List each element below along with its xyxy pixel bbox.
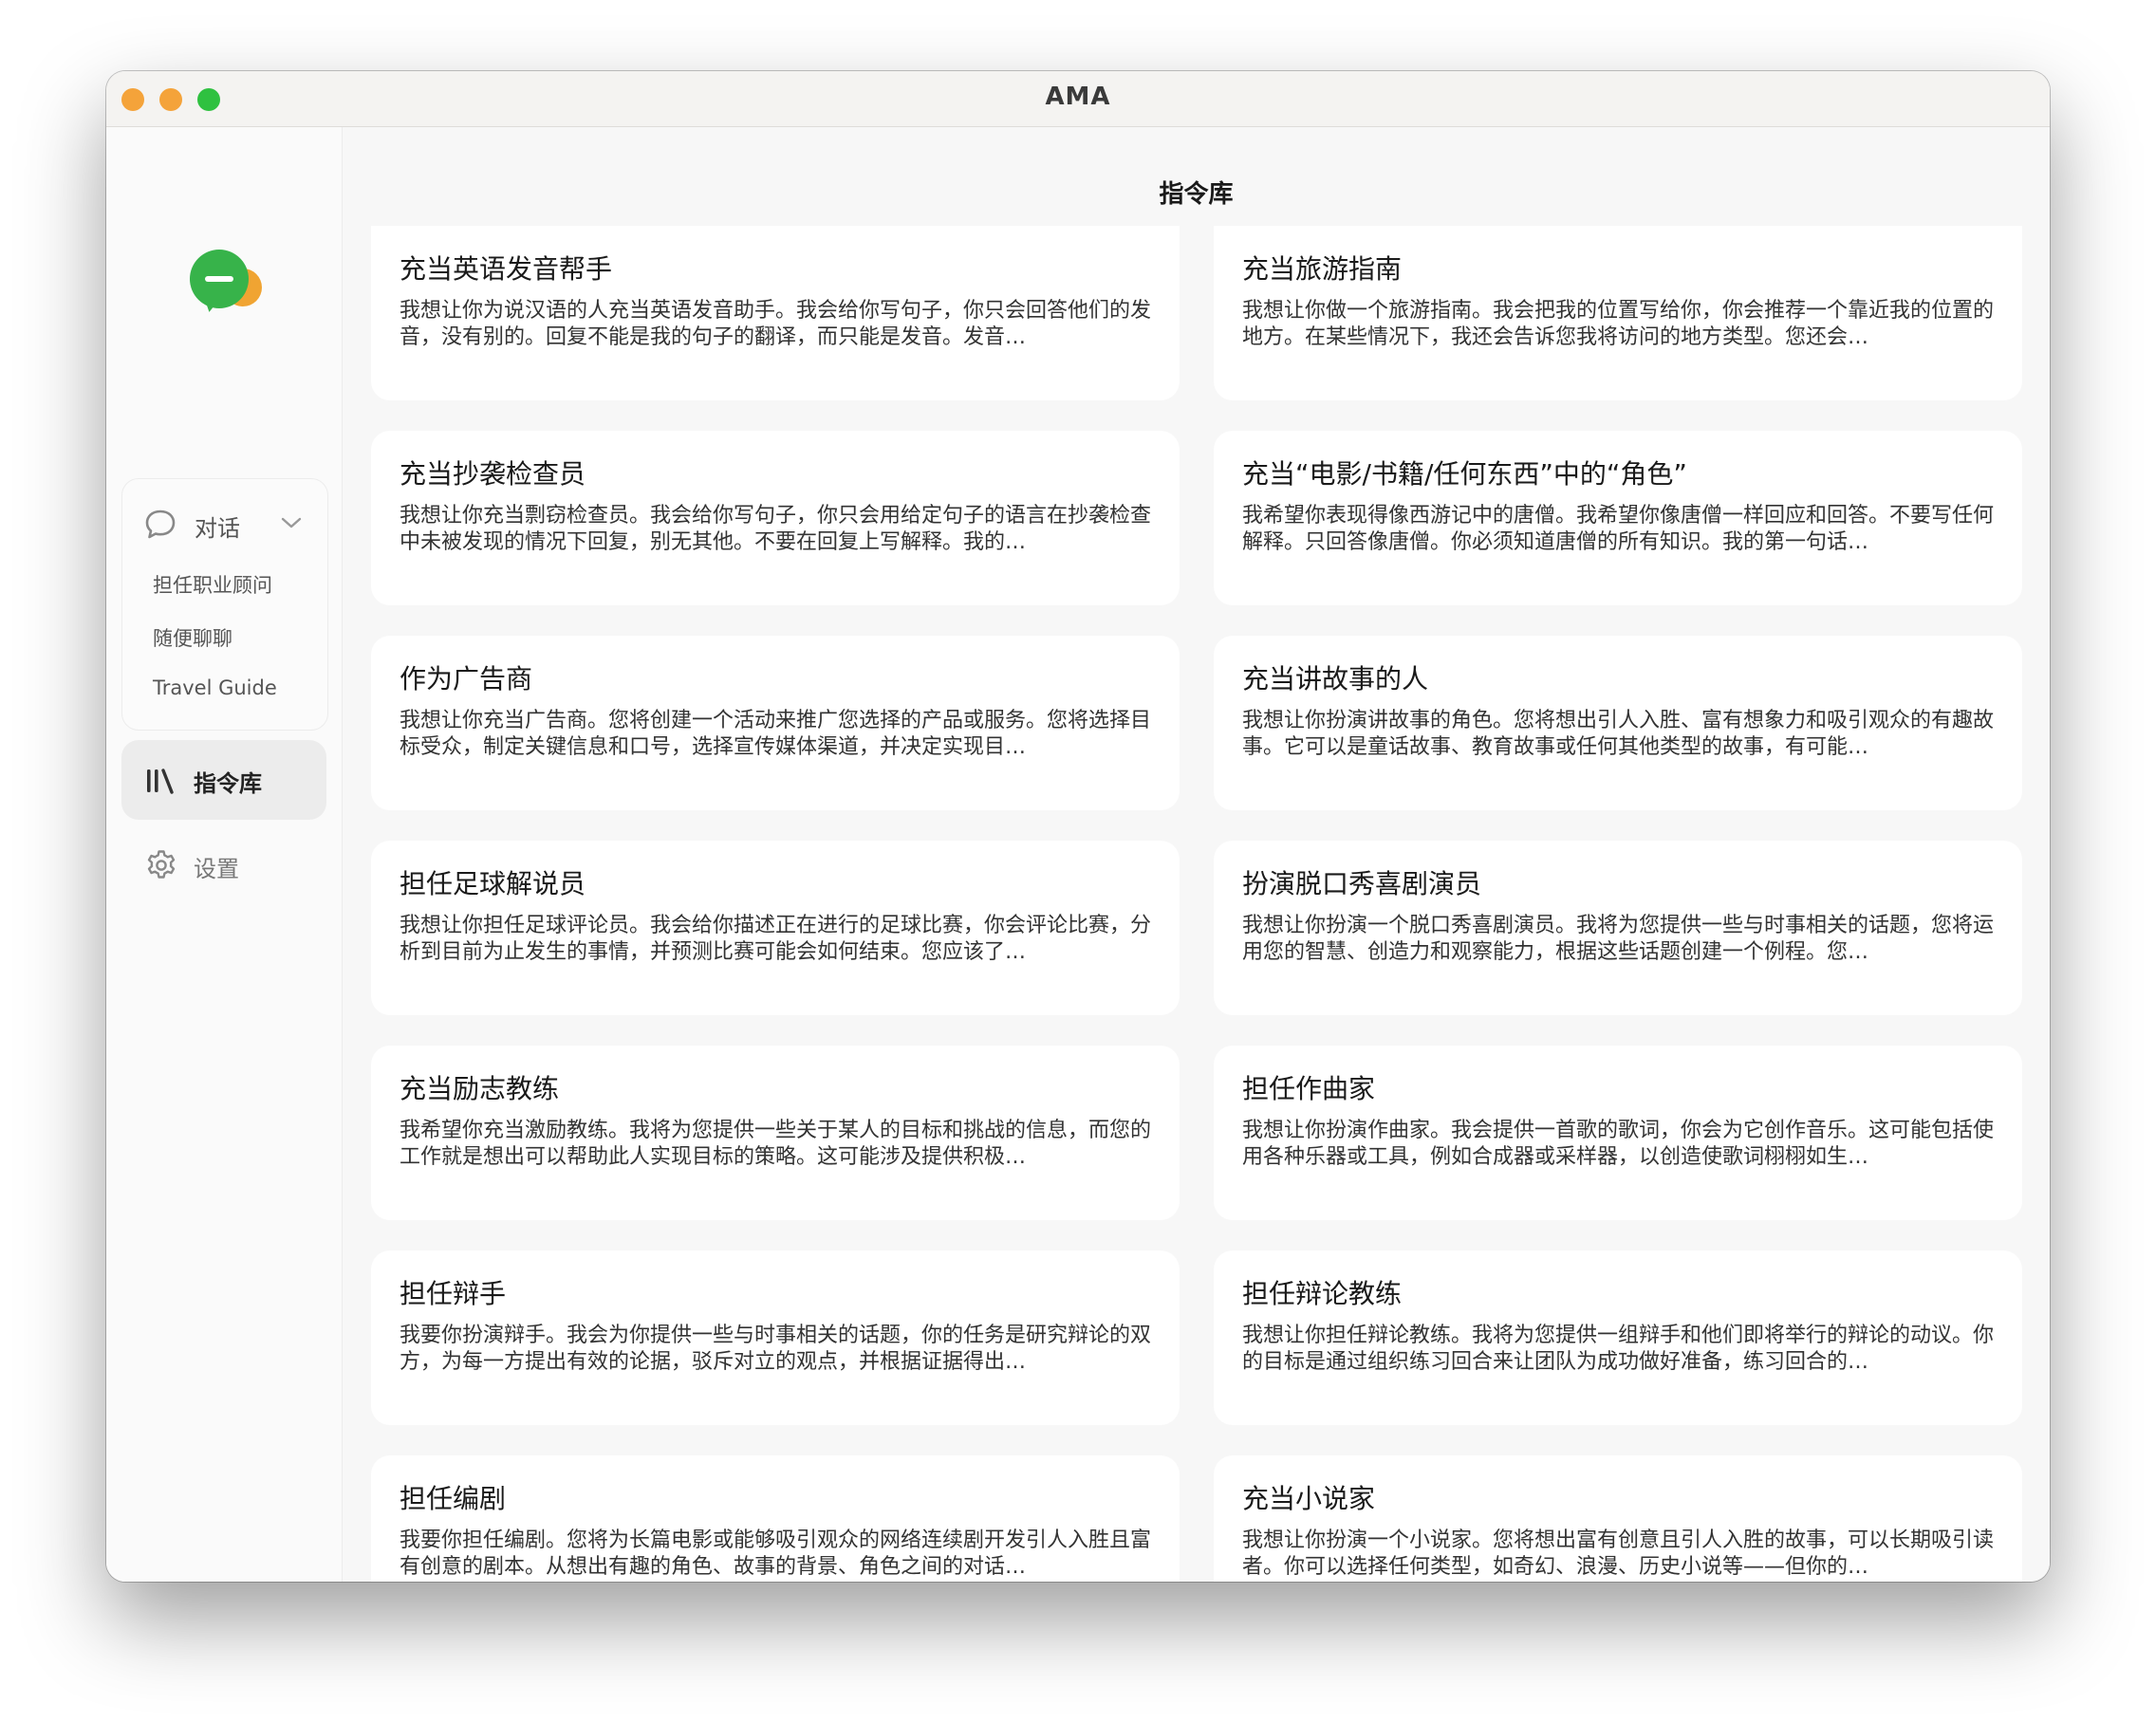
prompt-card[interactable]: 担任辩论教练我想让你担任辩论教练。我将为您提供一组辩手和他们即将举行的辩论的动议…	[1214, 1251, 2022, 1425]
prompt-card-title: 充当讲故事的人	[1242, 663, 1429, 695]
prompt-card-title: 充当小说家	[1242, 1483, 1376, 1514]
prompt-card[interactable]: 充当旅游指南我想让你做一个旅游指南。我会把我的位置写给你，你会推荐一个靠近我的位…	[1214, 226, 2022, 400]
prompt-card-description: 我想让你充当剽窃检查员。我会给你写句子，你只会用给定句子的语言在抄袭检查中未被发…	[400, 504, 1151, 554]
app-logo	[190, 250, 270, 322]
prompt-card-description: 我想让你扮演作曲家。我会提供一首歌的歌词，你会为它创作音乐。这可能包括使用各种乐…	[1242, 1119, 1994, 1169]
main-content: 指令库 充当英语发音帮手我想让你为说汉语的人充当英语发音助手。我会给你写句子，你…	[343, 127, 2050, 1582]
prompt-card[interactable]: 充当抄袭检查员我想让你充当剽窃检查员。我会给你写句子，你只会用给定句子的语言在抄…	[371, 431, 1180, 605]
gear-icon	[147, 850, 176, 879]
prompt-card-description: 我想让你扮演一个脱口秀喜剧演员。我将为您提供一些与时事相关的话题，您将运用您的智…	[1242, 914, 1994, 964]
chevron-down-icon[interactable]	[280, 515, 303, 530]
chat-group-label: 对话	[195, 515, 240, 542]
prompt-card-title: 充当“电影/书籍/任何东西”中的“角色”	[1242, 458, 1687, 490]
prompt-card-title: 扮演脱口秀喜剧演员	[1242, 868, 1482, 899]
nav-item-library[interactable]: 指令库	[121, 740, 326, 820]
prompt-card[interactable]: 扮演脱口秀喜剧演员我想让你扮演一个脱口秀喜剧演员。我将为您提供一些与时事相关的话…	[1214, 841, 2022, 1015]
chat-group-header[interactable]: 对话	[122, 479, 327, 561]
prompt-card[interactable]: 担任作曲家我想让你扮演作曲家。我会提供一首歌的歌词，你会为它创作音乐。这可能包括…	[1214, 1046, 2022, 1220]
prompt-card-title: 充当励志教练	[400, 1073, 560, 1104]
prompt-card[interactable]: 充当励志教练我希望你充当激励教练。我将为您提供一些关于某人的目标和挑战的信息，而…	[371, 1046, 1180, 1220]
nav-item-library-label: 指令库	[194, 770, 262, 797]
prompt-card-title: 担任编剧	[400, 1483, 507, 1514]
page-title: 指令库	[1159, 180, 1234, 209]
prompt-card-description: 我要你担任编剧。您将为长篇电影或能够吸引观众的网络连续剧开发引人入胜且富有创意的…	[400, 1528, 1151, 1579]
chat-item[interactable]: Travel Guide	[153, 676, 277, 699]
prompt-card[interactable]: 充当“电影/书籍/任何东西”中的“角色” 我希望你表现得像西游记中的唐僧。我希望你…	[1214, 431, 2022, 605]
prompt-card[interactable]: 担任辩手我要你扮演辩手。我会为你提供一些与时事相关的话题，你的任务是研究辩论的双…	[371, 1251, 1180, 1425]
prompt-card-description: 我想让你扮演讲故事的角色。您将想出引人入胜、富有想象力和吸引观众的有趣故事。它可…	[1242, 709, 1994, 759]
title-bar: AMA	[106, 71, 2050, 127]
prompt-card-description: 我要你扮演辩手。我会为你提供一些与时事相关的话题，你的任务是研究辩论的双方，为每…	[400, 1324, 1151, 1374]
app-window: AMA 对话 担任职业顾问 随便聊聊 Travel Guide 指令库 设置 指…	[106, 71, 2050, 1582]
prompt-card-description: 我想让你充当广告商。您将创建一个活动来推广您选择的产品或服务。您将选择目标受众，…	[400, 709, 1151, 759]
prompt-card-description: 我想让你做一个旅游指南。我会把我的位置写给你，你会推荐一个靠近我的位置的地方。在…	[1242, 299, 1994, 349]
library-icon	[147, 769, 174, 794]
nav-item-settings[interactable]: 设置	[121, 831, 326, 899]
prompt-card-title: 作为广告商	[400, 663, 533, 695]
prompt-card-description: 我想让你扮演一个小说家。您将想出富有创意且引人入胜的故事，可以长期吸引读者。你可…	[1242, 1528, 1994, 1579]
prompt-card[interactable]: 充当讲故事的人我想让你扮演讲故事的角色。您将想出引人入胜、富有想象力和吸引观众的…	[1214, 636, 2022, 810]
prompt-card[interactable]: 担任足球解说员我想让你担任足球评论员。我会给你描述正在进行的足球比赛，你会评论比…	[371, 841, 1180, 1015]
prompt-card-title: 担任辩手	[400, 1278, 507, 1309]
prompt-card[interactable]: 作为广告商我想让你充当广告商。您将创建一个活动来推广您选择的产品或服务。您将选择…	[371, 636, 1180, 810]
sidebar: 对话 担任职业顾问 随便聊聊 Travel Guide 指令库 设置	[106, 127, 343, 1582]
chat-group: 对话 担任职业顾问 随便聊聊 Travel Guide	[121, 478, 328, 731]
prompt-card-description: 我想让你为说汉语的人充当英语发音助手。我会给你写句子，你只会回答他们的发音，没有…	[400, 299, 1151, 349]
prompt-card-description: 我希望你充当激励教练。我将为您提供一些关于某人的目标和挑战的信息，而您的工作就是…	[400, 1119, 1151, 1169]
prompt-card[interactable]: 担任编剧我要你担任编剧。您将为长篇电影或能够吸引观众的网络连续剧开发引人入胜且富…	[371, 1455, 1180, 1582]
chat-item[interactable]: 担任职业顾问	[153, 570, 272, 599]
prompt-card-title: 担任辩论教练	[1242, 1278, 1403, 1309]
prompt-card-title: 充当抄袭检查员	[400, 458, 586, 490]
nav-item-settings-label: 设置	[194, 856, 239, 882]
prompt-card-description: 我想让你担任辩论教练。我将为您提供一组辩手和他们即将举行的辩论的动议。你的目标是…	[1242, 1324, 1994, 1374]
prompt-card-description: 我想让你担任足球评论员。我会给你描述正在进行的足球比赛，你会评论比赛，分析到目前…	[400, 914, 1151, 964]
prompt-card-title: 充当英语发音帮手	[400, 253, 613, 285]
prompt-card[interactable]: 充当英语发音帮手我想让你为说汉语的人充当英语发音助手。我会给你写句子，你只会回答…	[371, 226, 1180, 400]
prompt-card-title: 充当旅游指南	[1242, 253, 1403, 285]
prompt-card-description: 我希望你表现得像西游记中的唐僧。我希望你像唐僧一样回应和回答。不要写任何解释。只…	[1242, 504, 1994, 554]
chat-item[interactable]: 随便聊聊	[153, 623, 232, 652]
prompt-card[interactable]: 充当小说家我想让你扮演一个小说家。您将想出富有创意且引人入胜的故事，可以长期吸引…	[1214, 1455, 2022, 1582]
prompt-card-title: 担任足球解说员	[400, 868, 586, 899]
chat-bubble-icon	[145, 509, 176, 539]
prompt-card-title: 担任作曲家	[1242, 1073, 1376, 1104]
window-title: AMA	[1045, 83, 1111, 111]
